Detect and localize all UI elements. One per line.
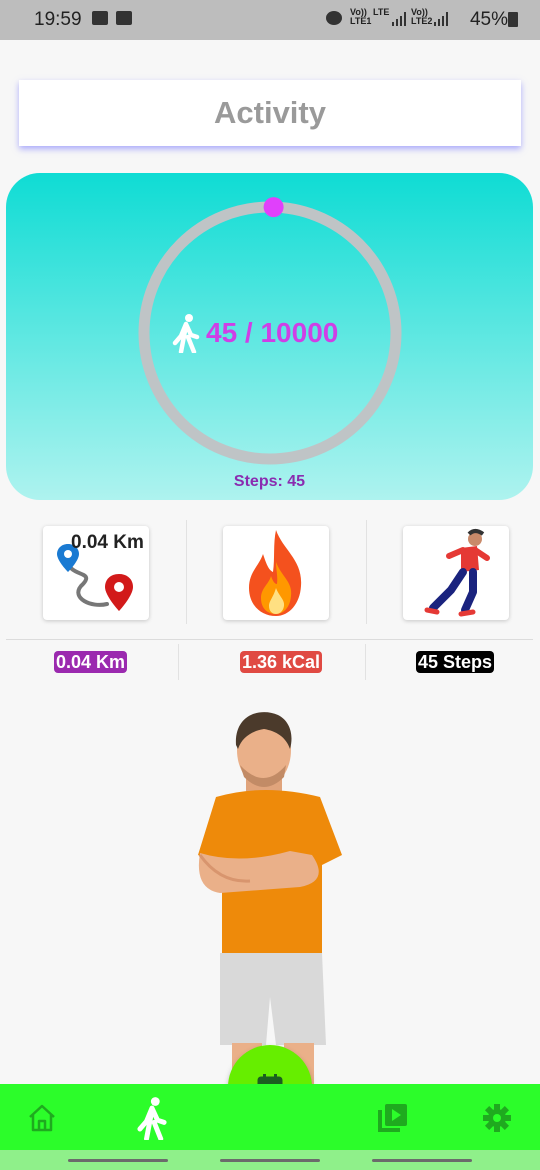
divider [365, 644, 366, 680]
distance-card-label: 0.04 Km [71, 532, 144, 553]
calories-card[interactable] [223, 526, 329, 620]
gear-icon[interactable] [482, 1103, 512, 1133]
system-nav-recents[interactable] [68, 1159, 168, 1162]
runner-icon [424, 529, 490, 617]
avatar-illustration [198, 712, 342, 1085]
alarm-icon [326, 11, 342, 25]
battery-icon [508, 12, 518, 27]
page-title-card: Activity [19, 80, 521, 146]
steps-caption: Steps: 45 [233, 473, 306, 490]
home-icon[interactable] [26, 1102, 58, 1134]
video-library-icon[interactable] [376, 1102, 408, 1134]
status-time: 19:59 [34, 9, 82, 30]
system-nav-back[interactable] [372, 1159, 472, 1162]
section-divider [6, 639, 533, 640]
progress-indicator-dot [263, 197, 284, 218]
step-count-display: 45 / 10000 [172, 313, 338, 353]
page-title: Activity [214, 95, 326, 130]
lte1-label: Vo)) LTE1 [350, 8, 371, 26]
status-bar: 19:59 Vo)) LTE1 LTE Vo)) LTE2 45% [0, 0, 540, 40]
wifi-icon [116, 11, 132, 25]
divider [186, 520, 187, 624]
lte2-bottom: LTE2 [411, 16, 433, 26]
signal-icon [392, 12, 406, 26]
lte1-bottom: LTE1 [350, 16, 372, 26]
lte-label: LTE [373, 7, 390, 17]
steps-card[interactable] [403, 526, 509, 620]
lte2-label: Vo)) LTE2 [411, 8, 432, 26]
stats-row: 0.04 Km [0, 520, 540, 626]
steps-value: 45 Steps [416, 651, 495, 673]
distance-card[interactable]: 0.04 Km [43, 526, 149, 620]
divider [178, 644, 179, 680]
distance-value: 0.04 Km [54, 651, 128, 673]
battery-percent: 45% [469, 9, 508, 30]
walking-icon[interactable] [136, 1096, 168, 1140]
fire-icon [249, 530, 302, 616]
walking-person-icon [172, 314, 200, 353]
steps-progress-text: 45 / 10000 [206, 317, 339, 348]
system-nav-home[interactable] [220, 1159, 320, 1162]
gallery-icon [92, 11, 108, 25]
signal2-icon [434, 12, 448, 26]
step-progress-card: 45 / 10000 Steps: 45 [6, 173, 533, 500]
bottom-navigation [0, 1084, 540, 1150]
divider [366, 520, 367, 624]
system-navigation-bar [0, 1150, 540, 1170]
calories-value: 1.36 kCal [240, 651, 323, 673]
